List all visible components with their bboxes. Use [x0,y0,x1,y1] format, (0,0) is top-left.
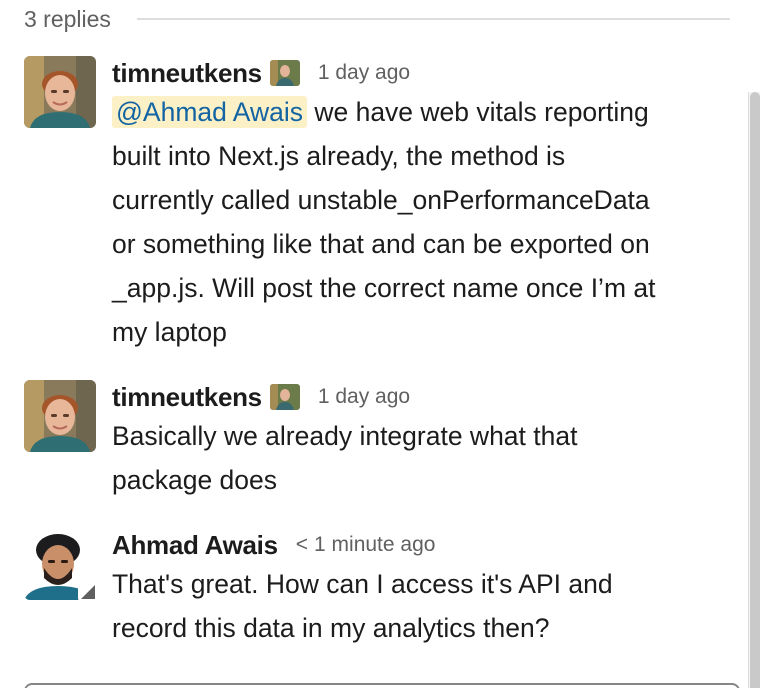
user-avatar[interactable] [24,56,96,128]
message-timestamp[interactable]: 1 day ago [318,385,410,409]
message-body: That's great. How can I access it's API … [112,562,724,650]
user-mention[interactable]: @Ahmad Awais [112,96,307,128]
message-meta: timneutkens 1 day ago [112,56,724,90]
timestamp-prefix: < [295,533,309,556]
message-text-line: built into Next.js already, the method i… [112,141,566,171]
message-text-line: we have web vitals reporting [306,97,649,127]
message-text-line: Basically we already integrate what that [112,421,578,451]
custom-status-photo-icon [269,384,300,410]
away-presence-icon [78,582,98,602]
message-timestamp[interactable]: 1 minute ago [314,533,435,557]
scrollbar[interactable] [748,92,760,688]
message-text-line: or something like that and can be export… [112,229,650,259]
message-text-line: currently called unstable_onPerformanceD… [112,185,650,215]
message: timneutkens 1 day ago @Ahmad Awais we ha… [24,56,724,356]
message: timneutkens 1 day ago Basically we alrea… [24,380,724,504]
message-meta: timneutkens 1 day ago [112,380,724,414]
author-name[interactable]: timneutkens [112,58,262,89]
replies-header: 3 replies [24,4,730,34]
message-content: timneutkens 1 day ago @Ahmad Awais we ha… [112,56,724,354]
replies-divider [136,18,730,20]
message-text-line: _app.js. Will post the correct name once… [112,273,656,303]
user-photo-avatar-icon [24,56,96,128]
scrollbar-thumb[interactable] [750,92,760,688]
user-avatar[interactable] [24,528,98,602]
message-content: Ahmad Awais < 1 minute ago That's great.… [112,528,724,650]
custom-status-photo-icon [269,60,300,86]
author-name[interactable]: Ahmad Awais [112,530,278,561]
message-timestamp[interactable]: 1 day ago [318,61,410,85]
message-meta: Ahmad Awais < 1 minute ago [112,528,724,562]
message-text-line: my laptop [112,317,227,347]
message-composer[interactable] [24,683,740,688]
message-text-line: That's great. How can I access it's API … [112,569,613,599]
replies-count: 3 replies [24,5,111,32]
message-text-line: package does [112,465,278,495]
user-photo-avatar-icon [24,380,96,452]
message-body: @Ahmad Awais we have web vitals reportin… [112,90,724,354]
user-avatar[interactable] [24,380,96,452]
message-content: timneutkens 1 day ago Basically we alrea… [112,380,724,502]
message: Ahmad Awais < 1 minute ago That's great.… [24,528,724,652]
message-text-line: record this data in my analytics then? [112,613,550,643]
thread-panel: 3 replies timneutkens 1 day ago @Ahmad A… [0,0,760,688]
author-name[interactable]: timneutkens [112,382,262,413]
message-body: Basically we already integrate what that… [112,414,724,502]
